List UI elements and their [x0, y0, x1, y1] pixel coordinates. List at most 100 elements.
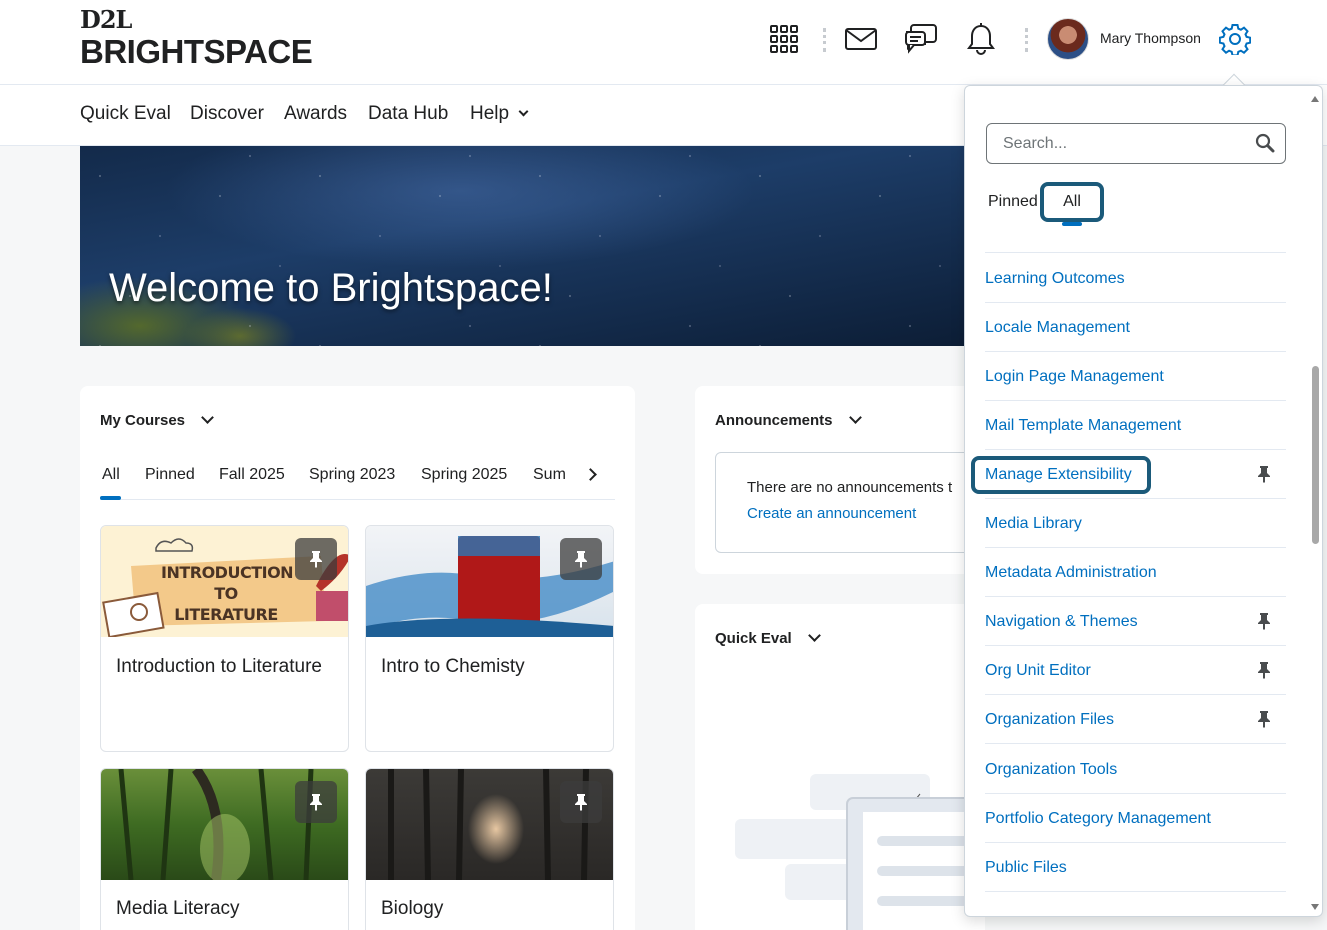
menu-item-locale-management[interactable]: Locale Management — [985, 303, 1286, 352]
gear-icon[interactable] — [1218, 22, 1252, 56]
menu-item-public-files[interactable]: Public Files — [985, 843, 1286, 892]
pin-button[interactable] — [295, 538, 337, 580]
pin-icon[interactable] — [1258, 612, 1270, 635]
menu-item-organization-files[interactable]: Organization Files — [985, 695, 1286, 744]
menu-item-manage-extensibility[interactable]: Manage Extensibility — [971, 450, 1286, 499]
announcements-title-text: Announcements — [715, 412, 833, 429]
menu-item-link[interactable]: Org Unit Editor — [985, 662, 1091, 680]
menu-item-mail-template-management[interactable]: Mail Template Management — [985, 401, 1286, 450]
tab-spring-2023[interactable]: Spring 2023 — [309, 466, 395, 484]
tab-all[interactable]: All — [1040, 182, 1104, 222]
search-placeholder: Search... — [1003, 135, 1068, 152]
pin-icon — [310, 794, 322, 811]
bell-icon[interactable] — [964, 22, 998, 56]
search-input[interactable]: Search... — [986, 123, 1286, 164]
course-card[interactable]: Biology — [365, 768, 614, 930]
nav-item-help-label: Help — [470, 103, 510, 124]
tab-spring-2025[interactable]: Spring 2025 — [421, 466, 507, 484]
tab-pinned[interactable]: Pinned — [988, 193, 1038, 211]
menu-item-link[interactable]: Organization Tools — [985, 761, 1117, 779]
course-card[interactable]: Intro to Chemisty — [365, 525, 614, 752]
pin-button[interactable] — [560, 538, 602, 580]
nav-item-discover[interactable]: Discover — [190, 103, 264, 125]
user-name[interactable]: Mary Thompson — [1100, 30, 1201, 46]
chevron-right-icon[interactable] — [584, 468, 597, 481]
menu-item-navigation-themes[interactable]: Navigation & Themes — [985, 597, 1286, 646]
course-tabs: All Pinned Fall 2025 Spring 2023 Spring … — [100, 466, 615, 500]
create-announcement-link[interactable]: Create an announcement — [747, 505, 916, 522]
menu-item-learning-outcomes[interactable]: Learning Outcomes — [985, 254, 1286, 303]
course-card[interactable]: INTRODUCTION TO LITERATURE Introduction … — [100, 525, 349, 752]
chevron-down-icon — [848, 411, 862, 424]
pin-button[interactable] — [295, 781, 337, 823]
menu-item-link[interactable]: Mail Template Management — [985, 417, 1181, 435]
course-title[interactable]: Biology — [381, 898, 443, 920]
avatar[interactable] — [1047, 18, 1089, 60]
brightspace-logo[interactable]: D2L BRIGHTSPACE — [80, 5, 313, 70]
pin-icon[interactable] — [1258, 661, 1270, 684]
menu-item-link[interactable]: Navigation & Themes — [985, 613, 1138, 631]
chevron-down-icon — [518, 106, 529, 117]
mail-icon[interactable] — [844, 22, 878, 56]
pin-button[interactable] — [560, 781, 602, 823]
menu-item-link[interactable]: Learning Outcomes — [985, 270, 1125, 288]
nav-item-awards[interactable]: Awards — [284, 103, 347, 125]
pin-icon[interactable] — [1258, 465, 1270, 488]
quick-eval-title-text: Quick Eval — [715, 630, 792, 647]
no-announcements-text: There are no announcements t — [747, 479, 953, 496]
nav-item-help[interactable]: Help — [470, 103, 529, 125]
menu-item-link[interactable]: Manage Extensibility — [985, 466, 1132, 484]
pin-icon — [310, 551, 322, 568]
menu-item-org-unit-editor[interactable]: Org Unit Editor — [985, 646, 1286, 695]
nav-item-data-hub[interactable]: Data Hub — [368, 103, 448, 125]
menu-item-link[interactable]: Portfolio Category Management — [985, 810, 1211, 828]
chat-icon[interactable] — [904, 22, 938, 56]
tab-pinned[interactable]: Pinned — [145, 466, 195, 484]
scroll-up-arrow-icon[interactable] — [1311, 96, 1319, 102]
course-image-text: INTRODUCTION TO LITERATURE — [161, 563, 294, 624]
quick-eval-widget: Quick Eval — [695, 604, 985, 930]
pin-icon — [575, 551, 587, 568]
pin-icon[interactable] — [1258, 710, 1270, 733]
active-tab-indicator — [100, 496, 121, 500]
menu-item-link[interactable]: Public Files — [985, 859, 1067, 877]
nav-item-quick-eval[interactable]: Quick Eval — [80, 103, 171, 125]
tab-all[interactable]: All — [102, 466, 120, 484]
admin-tools-dropdown: Search... Pinned All Learning Outcomes L… — [964, 85, 1323, 917]
apps-grid-icon[interactable] — [767, 22, 801, 56]
menu-item-login-page-management[interactable]: Login Page Management — [985, 352, 1286, 401]
course-title[interactable]: Media Literacy — [116, 898, 240, 920]
welcome-banner: Welcome to Brightspace! — [80, 146, 980, 346]
my-courses-title-text: My Courses — [100, 412, 186, 429]
scrollbar-thumb[interactable] — [1312, 366, 1319, 544]
announcements-widget: Announcements There are no announcements… — [695, 386, 985, 574]
banner-title: Welcome to Brightspace! — [109, 266, 553, 310]
menu-item-link[interactable]: Organization Files — [985, 711, 1114, 729]
menu-item-link[interactable]: Media Library — [985, 515, 1082, 533]
announcements-empty-box: There are no announcements t Create an a… — [715, 452, 980, 553]
announcements-title[interactable]: Announcements — [715, 411, 862, 429]
menu-item-portfolio-category-management[interactable]: Portfolio Category Management — [985, 794, 1286, 843]
dropdown-scrollbar[interactable] — [1310, 94, 1320, 912]
menu-item-link[interactable]: Metadata Administration — [985, 564, 1157, 582]
logo-d2l-text: D2L — [80, 5, 132, 34]
logo-brightspace-text: BRIGHTSPACE — [80, 33, 313, 70]
search-icon[interactable] — [1255, 133, 1275, 158]
menu-item-metadata-administration[interactable]: Metadata Administration — [985, 548, 1286, 597]
chevron-down-icon — [808, 629, 821, 642]
course-title[interactable]: Introduction to Literature — [116, 656, 322, 678]
course-title[interactable]: Intro to Chemisty — [381, 656, 525, 678]
menu-item-organization-tools[interactable]: Organization Tools — [985, 745, 1286, 794]
active-tab-indicator — [1062, 222, 1082, 226]
header-separator — [1025, 28, 1028, 52]
tab-summer[interactable]: Sum — [533, 466, 569, 484]
scroll-down-arrow-icon[interactable] — [1311, 904, 1319, 910]
course-card[interactable]: Media Literacy — [100, 768, 349, 930]
tab-fall-2025[interactable]: Fall 2025 — [219, 466, 285, 484]
menu-item-link[interactable]: Login Page Management — [985, 368, 1164, 386]
menu-item-link[interactable]: Locale Management — [985, 319, 1130, 337]
quick-eval-title[interactable]: Quick Eval — [715, 629, 821, 647]
pin-icon — [575, 794, 587, 811]
menu-item-media-library[interactable]: Media Library — [985, 499, 1286, 548]
my-courses-title[interactable]: My Courses — [100, 411, 215, 429]
